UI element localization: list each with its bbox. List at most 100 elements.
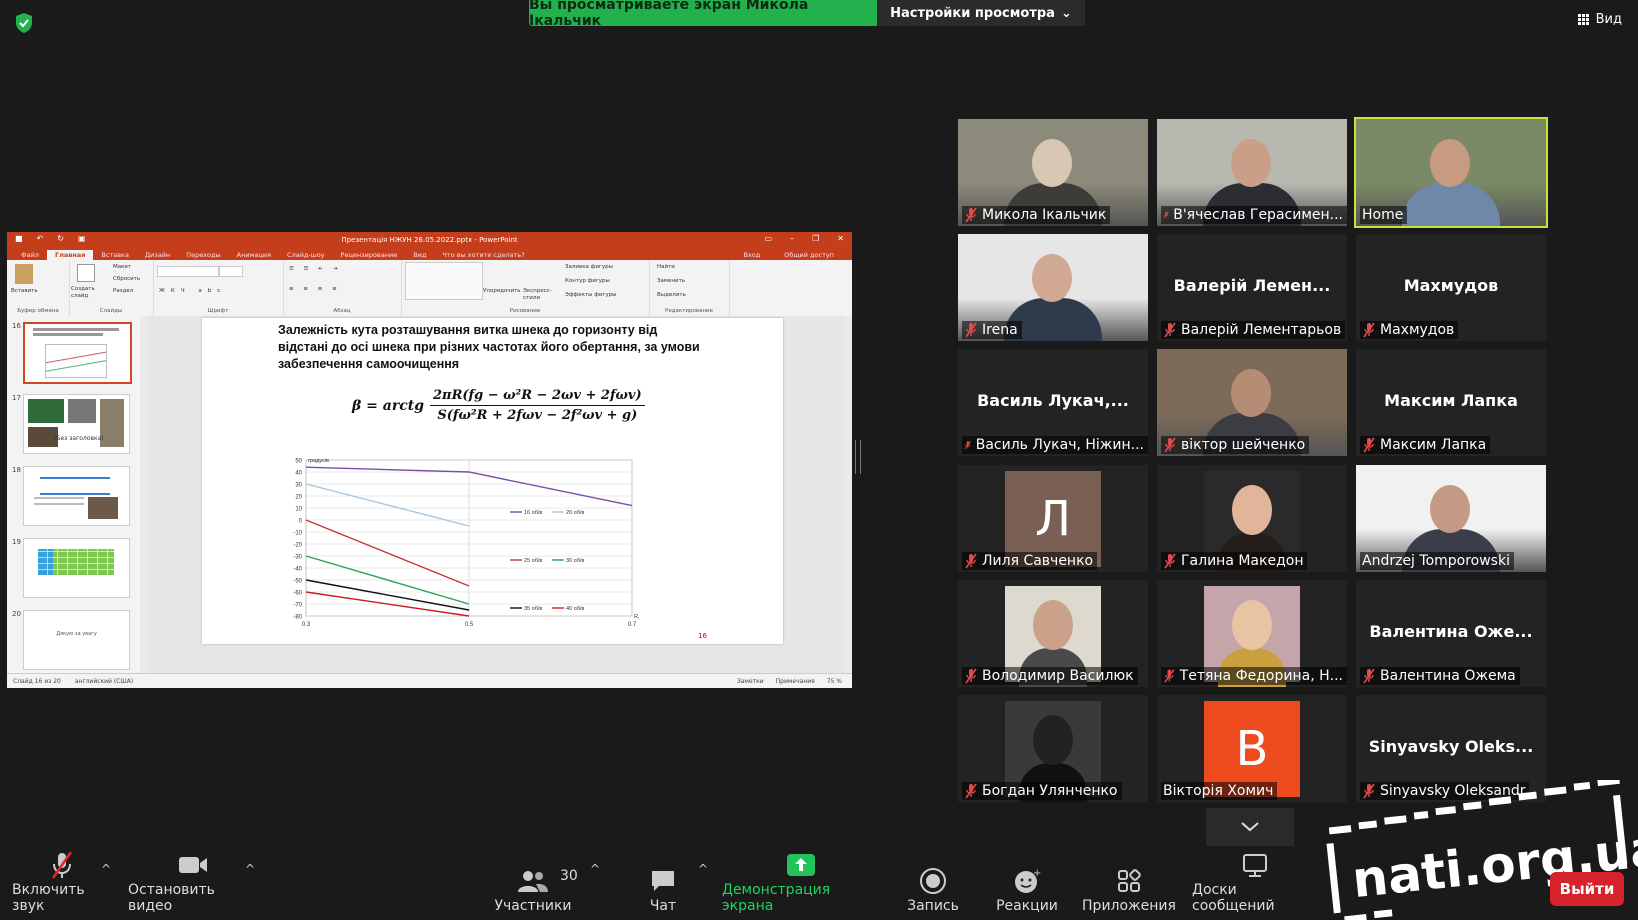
thumb-number: 20	[12, 610, 21, 618]
share-screen-button[interactable]: Демонстрация экрана	[722, 848, 880, 914]
y-tick-label: -80	[293, 615, 302, 621]
chevron-down-icon	[1241, 822, 1259, 832]
reactions-label: Реакции	[996, 898, 1058, 914]
chat-bubble-icon	[652, 871, 674, 891]
y-tick-label: -60	[293, 591, 302, 597]
participant-tile[interactable]: Валерій Лемен... Валерій Лементарьов	[1157, 234, 1347, 341]
chat-label: Чат	[649, 898, 677, 914]
y-tick-label: -20	[293, 543, 302, 549]
view-button[interactable]: Вид	[1577, 12, 1622, 27]
next-page-button[interactable]	[1206, 808, 1294, 846]
participant-tile[interactable]: Галина Македон	[1157, 465, 1347, 572]
new-slide-button: Создать слайд	[71, 286, 95, 299]
participant-tile[interactable]: Валентина Оже... Валентина Ожема	[1356, 580, 1546, 687]
participant-tile[interactable]: Home	[1354, 117, 1548, 228]
audio-options-caret[interactable]: ^	[101, 862, 111, 876]
comments-button: Примечания	[775, 677, 815, 685]
chevron-down-icon: ⌄	[1060, 5, 1072, 21]
participant-name-label: Максим Лапка	[1356, 434, 1546, 456]
quick-styles-button: Экспресс-стили	[523, 288, 552, 301]
mic-muted-icon	[1163, 211, 1169, 219]
thumb-number: 17	[12, 394, 21, 402]
participant-tile[interactable]: В'ячеслав Герасимен...	[1157, 119, 1347, 226]
series-line	[305, 519, 470, 587]
participant-tile[interactable]: Махмудов Махмудов	[1356, 234, 1546, 341]
participant-tile[interactable]: Василь Лукач,... Василь Лукач, Ніжин...	[958, 349, 1148, 456]
participant-tile[interactable]: Максим Лапка Максим Лапка	[1356, 349, 1546, 456]
ppt-status-bar: Слайд 16 из 20 английский (США) Заметки …	[7, 673, 852, 688]
y-tick-label: -30	[293, 555, 302, 561]
reset-button: Сбросить	[113, 276, 141, 282]
participants-options-caret[interactable]: ^	[590, 862, 600, 876]
ppt-workspace: 16 17 (Без заголовка) 18 19 20 Дякую за …	[7, 316, 852, 674]
participant-name: Максим Лапка	[1380, 437, 1487, 453]
x-tick-label: 0.3	[302, 622, 311, 628]
unmute-button[interactable]: Включить звук	[12, 848, 112, 914]
reactions-button[interactable]: + Реакции	[994, 864, 1060, 914]
arrange-button: Упорядочить	[483, 288, 521, 294]
ribbon-group-label: Буфер обмена	[17, 308, 59, 314]
participant-name-label: В'ячеслав Герасимен...	[1157, 204, 1347, 226]
participant-tile[interactable]: Л Лиля Савченко	[958, 465, 1148, 572]
ppt-tab: Анимация	[236, 251, 272, 259]
participant-tile[interactable]: Andrzej Tomporowski	[1356, 465, 1546, 572]
participant-display-name: Валентина Оже...	[1369, 622, 1533, 641]
participant-name-label: Василь Лукач, Ніжин...	[958, 434, 1148, 456]
participant-tile[interactable]: віктор шейченко	[1157, 349, 1347, 456]
y-tick-label: 40	[295, 471, 302, 477]
participant-tile[interactable]: Володимир Василюк	[958, 580, 1148, 687]
find-button: Найти	[657, 264, 675, 270]
participant-display-name: Василь Лукач,...	[977, 391, 1129, 410]
video-camera-icon	[179, 857, 207, 873]
record-label: Запись	[907, 898, 959, 914]
record-button[interactable]: Запись	[900, 864, 966, 914]
viewing-screen-banner: Вы просматриваете экран Микола Ікальчик	[529, 0, 877, 29]
restore-icon: ❐	[812, 234, 820, 243]
participant-name-label: Валерій Лементарьов	[1157, 319, 1347, 341]
participant-name: Home	[1362, 207, 1404, 223]
y-axis-label: градусів	[308, 458, 329, 464]
select-button: Выделить	[657, 292, 686, 298]
apps-icon	[1118, 869, 1141, 892]
stop-video-button[interactable]: Остановить видео	[128, 848, 258, 914]
y-tick-label: 30	[295, 483, 302, 489]
apps-button[interactable]: Приложения	[1082, 864, 1176, 914]
mic-muted-icon	[965, 553, 977, 569]
participant-tile[interactable]: Богдан Улянченко	[958, 695, 1148, 802]
x-axis-label: R, м	[634, 614, 640, 620]
y-tick-label: -40	[293, 567, 302, 573]
participant-tile[interactable]: Микола Ікальчик	[958, 119, 1148, 226]
participants-count: 30	[560, 868, 578, 884]
participant-name-label: Галина Македон	[1157, 550, 1347, 572]
resize-handle[interactable]	[855, 440, 861, 474]
shared-screen[interactable]: ■ ↶ ↻ ▣ Презентація НЖУН 26.05.2022.pptx - …	[7, 232, 852, 688]
undo-icon: ↶	[36, 234, 44, 243]
participants-icon	[518, 871, 548, 892]
participant-tile[interactable]: Irena	[958, 234, 1148, 341]
mic-muted-icon	[51, 851, 73, 879]
mic-muted-icon	[965, 783, 977, 799]
mic-muted-icon	[1164, 322, 1176, 338]
video-options-caret[interactable]: ^	[245, 862, 255, 876]
participant-name-label: Богдан Улянченко	[958, 780, 1148, 802]
chat-button[interactable]: Чат	[630, 864, 696, 914]
chat-options-caret[interactable]: ^	[698, 862, 708, 876]
save-icon: ■	[15, 234, 23, 243]
ppt-tab: Слайд-шоу	[287, 251, 325, 259]
whiteboards-button[interactable]: Доски сообщений	[1192, 848, 1318, 914]
person-head	[1231, 139, 1271, 187]
gallery-grid-icon	[1577, 13, 1590, 26]
y-tick-label: -10	[293, 531, 302, 537]
record-icon	[920, 868, 946, 894]
shape-effects-button: Эффекты фигуры	[565, 292, 617, 298]
participant-name-label: Микола Ікальчик	[958, 204, 1148, 226]
ppt-signin: Вход	[743, 251, 761, 259]
participant-name: Andrzej Tomporowski	[1362, 553, 1510, 569]
view-options-dropdown[interactable]: Настройки просмотра ⌄	[877, 0, 1085, 26]
participants-button[interactable]: 30 Участники	[490, 864, 578, 914]
leave-button[interactable]: Выйти	[1550, 872, 1624, 906]
participant-name-label: Махмудов	[1356, 319, 1546, 341]
security-shield-icon[interactable]	[14, 12, 34, 34]
thumb-caption: Дякую за увагу	[56, 631, 97, 637]
participant-tile[interactable]: Тетяна Федорина, Н...	[1157, 580, 1347, 687]
